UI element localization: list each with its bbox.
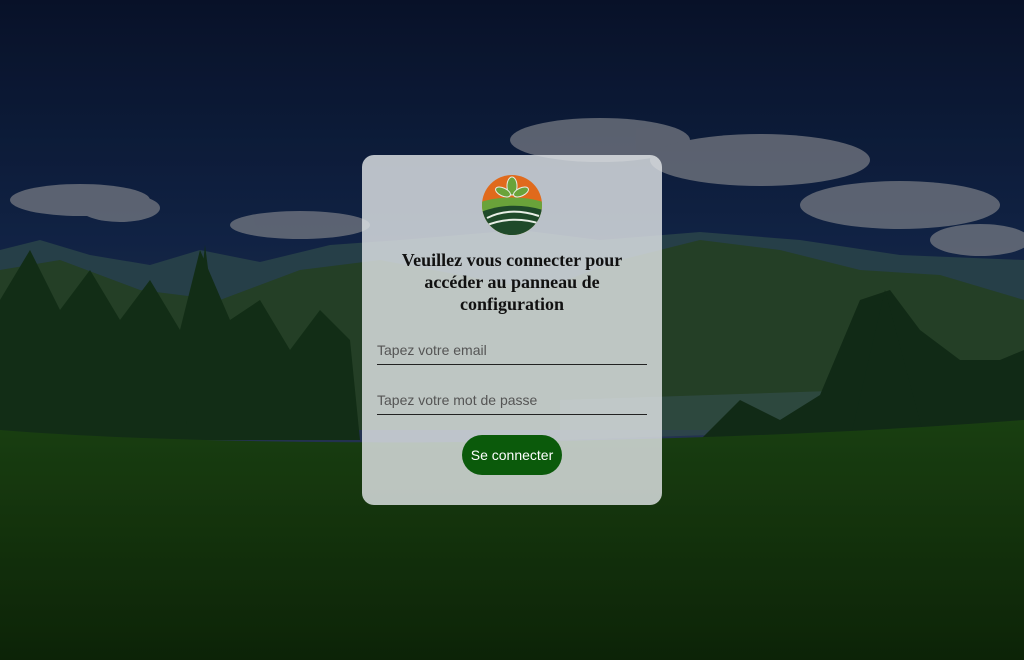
password-input[interactable] [377,385,647,415]
email-input[interactable] [377,335,647,365]
login-button[interactable]: Se connecter [462,435,562,475]
logo-icon [482,175,542,235]
login-card: Veuillez vous connecter pour accéder au … [362,155,662,505]
login-heading: Veuillez vous connecter pour accéder au … [401,250,623,314]
